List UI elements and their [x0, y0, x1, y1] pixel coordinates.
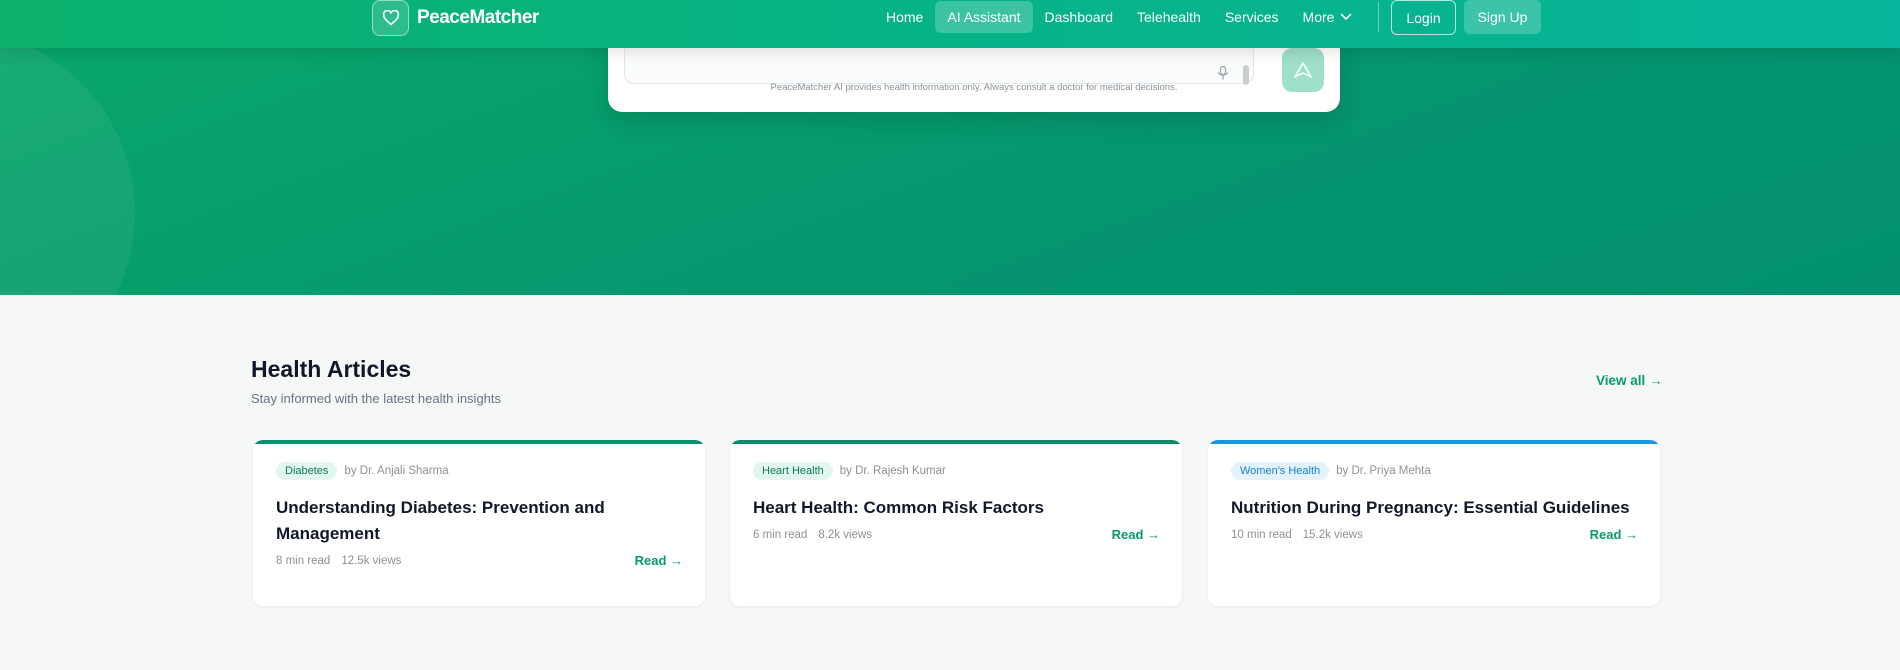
login-button[interactable]: Login [1391, 0, 1456, 35]
signup-button[interactable]: Sign Up [1464, 0, 1541, 34]
article-card[interactable]: Heart Health by Dr. Rajesh Kumar Heart H… [730, 440, 1182, 606]
chat-message-input[interactable] [624, 42, 1254, 85]
view-all-link[interactable]: View all → [1596, 373, 1663, 388]
category-tag[interactable]: Heart Health [753, 462, 833, 480]
read-time: 6 min read [753, 529, 808, 541]
category-tag[interactable]: Diabetes [276, 462, 338, 480]
main-nav: Home AI Assistant Dashboard Telehealth S… [874, 0, 1364, 34]
read-article-link[interactable]: Read → [635, 553, 683, 568]
nav-item-more[interactable]: More [1291, 1, 1365, 33]
brand-logo-link[interactable]: PeaceMatcher [372, 0, 539, 36]
brand-name: PeaceMatcher [417, 7, 539, 28]
article-title[interactable]: Heart Health: Common Risk Factors [753, 495, 1163, 521]
article-card[interactable]: Diabetes by Dr. Anjali Sharma Understand… [253, 440, 705, 606]
view-count: 15.2k views [1302, 529, 1363, 541]
card-meta: Women's Health by Dr. Priya Mehta [1231, 462, 1431, 480]
card-accent-bar [1208, 440, 1660, 444]
view-count: 12.5k views [341, 555, 402, 567]
article-author: by Dr. Rajesh Kumar [839, 465, 946, 477]
microphone-icon[interactable] [1213, 63, 1233, 83]
article-title[interactable]: Understanding Diabetes: Prevention and M… [276, 495, 686, 547]
card-accent-bar [730, 440, 1182, 444]
card-meta: Heart Health by Dr. Rajesh Kumar [753, 462, 946, 480]
article-stats: 6 min read 8.2k views [753, 529, 872, 541]
card-accent-bar [253, 440, 705, 444]
nav-item-home[interactable]: Home [874, 1, 935, 33]
category-tag[interactable]: Women's Health [1231, 462, 1330, 480]
top-navbar: PeaceMatcher Home AI Assistant Dashboard… [0, 0, 1900, 48]
read-time: 10 min read [1231, 529, 1292, 541]
article-author: by Dr. Anjali Sharma [344, 465, 449, 477]
article-stats: 10 min read 15.2k views [1231, 529, 1363, 541]
section-subtitle: Stay informed with the latest health ins… [251, 391, 502, 406]
send-icon [1294, 62, 1312, 78]
heart-icon [372, 0, 409, 36]
view-count: 8.2k views [818, 529, 873, 541]
nav-item-ai-assistant[interactable]: AI Assistant [935, 1, 1033, 33]
card-meta: Diabetes by Dr. Anjali Sharma [276, 462, 449, 480]
section-title: Health Articles [251, 356, 412, 382]
nav-item-more-label: More [1302, 9, 1335, 25]
article-card[interactable]: Women's Health by Dr. Priya Mehta Nutrit… [1208, 440, 1660, 606]
read-time: 8 min read [276, 555, 331, 567]
hero-decorative-circle [0, 30, 135, 295]
read-article-link[interactable]: Read → [1590, 527, 1638, 542]
nav-item-services[interactable]: Services [1213, 1, 1291, 33]
nav-item-telehealth[interactable]: Telehealth [1125, 1, 1213, 33]
chevron-down-icon [1341, 13, 1352, 20]
nav-item-dashboard[interactable]: Dashboard [1033, 1, 1126, 33]
article-title[interactable]: Nutrition During Pregnancy: Essential Gu… [1231, 495, 1641, 521]
chat-disclaimer: PeaceMatcher AI provides health informat… [770, 82, 1178, 93]
article-stats: 8 min read 12.5k views [276, 555, 401, 567]
read-article-link[interactable]: Read → [1112, 527, 1160, 542]
nav-divider [1378, 2, 1379, 32]
article-author: by Dr. Priya Mehta [1336, 465, 1431, 477]
